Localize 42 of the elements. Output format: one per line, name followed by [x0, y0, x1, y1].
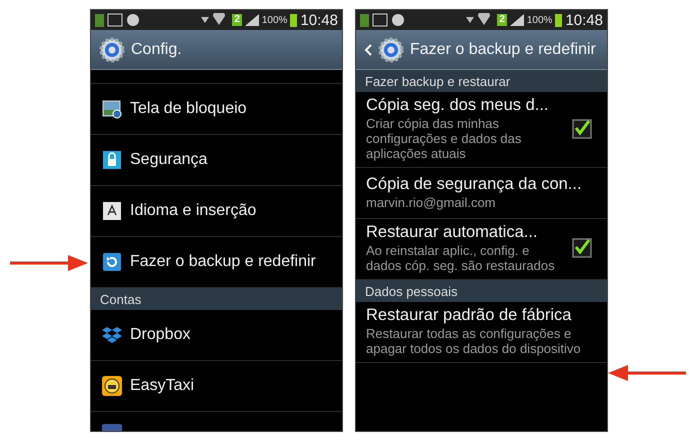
clock: 10:48	[300, 12, 338, 28]
signal-icon	[244, 14, 259, 26]
battery-icon	[290, 13, 298, 27]
setting-summary: Criar cópia das minhas configurações e dados das aplicações atuais	[366, 116, 522, 161]
settings-item[interactable]: Restaurar padrão de fábrica Restaurar todas as configurações e apagar todos os dados do dispositivo	[356, 302, 607, 363]
sim-badge: 2	[232, 14, 242, 26]
picture-lock-icon	[102, 99, 122, 119]
taxi-icon	[102, 376, 122, 396]
settings-item[interactable]: Dropbox	[91, 310, 342, 361]
settings-item[interactable]: EasyTaxi	[91, 361, 342, 412]
settings-item[interactable]: Idioma e inserção	[91, 186, 342, 237]
battery-percent: 100%	[262, 14, 288, 26]
settings-item[interactable]: Cópia de segurança da con... marvin.rio@gmail.com	[356, 168, 607, 219]
restore-icon	[102, 252, 122, 272]
settings-item[interactable]: Cópia seg. dos meus d... Criar cópia das minhas configurações e dados das aplicações atuais	[356, 92, 607, 168]
open-box-icon	[102, 325, 122, 345]
setting-summary: Restaurar todas as configurações e apagar todos os dados do dispositivo	[366, 326, 582, 356]
setting-title: Cópia seg. dos meus d...	[366, 96, 550, 115]
settings-icon	[378, 36, 404, 62]
settings-item[interactable]: Tela de bloqueio	[91, 84, 342, 135]
padlock-icon	[102, 150, 122, 170]
setting-title: Cópia de segurança da con...	[366, 174, 583, 194]
screen-title: Fazer o backup e redefinir	[410, 40, 596, 58]
letter-key-icon	[102, 201, 122, 221]
setting-title: Restaurar padrão de fábrica	[366, 306, 572, 325]
back-icon[interactable]	[364, 44, 372, 56]
settings-item[interactable]: Segurança	[91, 135, 342, 186]
settings-icon	[99, 36, 125, 62]
section-header: Fazer backup e restaurar	[356, 70, 607, 92]
setting-title: Restaurar automatica...	[366, 223, 538, 242]
section-header: Contas	[91, 288, 342, 310]
checkbox[interactable]	[572, 118, 592, 138]
sim-badge: 2	[497, 14, 507, 26]
battery-icon	[555, 13, 562, 27]
setting-summary: Ao reinstalar aplic., config. e dados cóp. seg. são restaurados	[366, 243, 556, 273]
clock: 10:48	[565, 12, 603, 28]
checkbox[interactable]	[572, 238, 592, 258]
signal-icon	[510, 14, 524, 26]
section-header: Dados pessoais	[356, 280, 607, 302]
screen-title: Config.	[131, 40, 182, 58]
setting-summary: marvin.rio@gmail.com	[366, 194, 496, 210]
battery-percent: 100%	[526, 14, 552, 26]
